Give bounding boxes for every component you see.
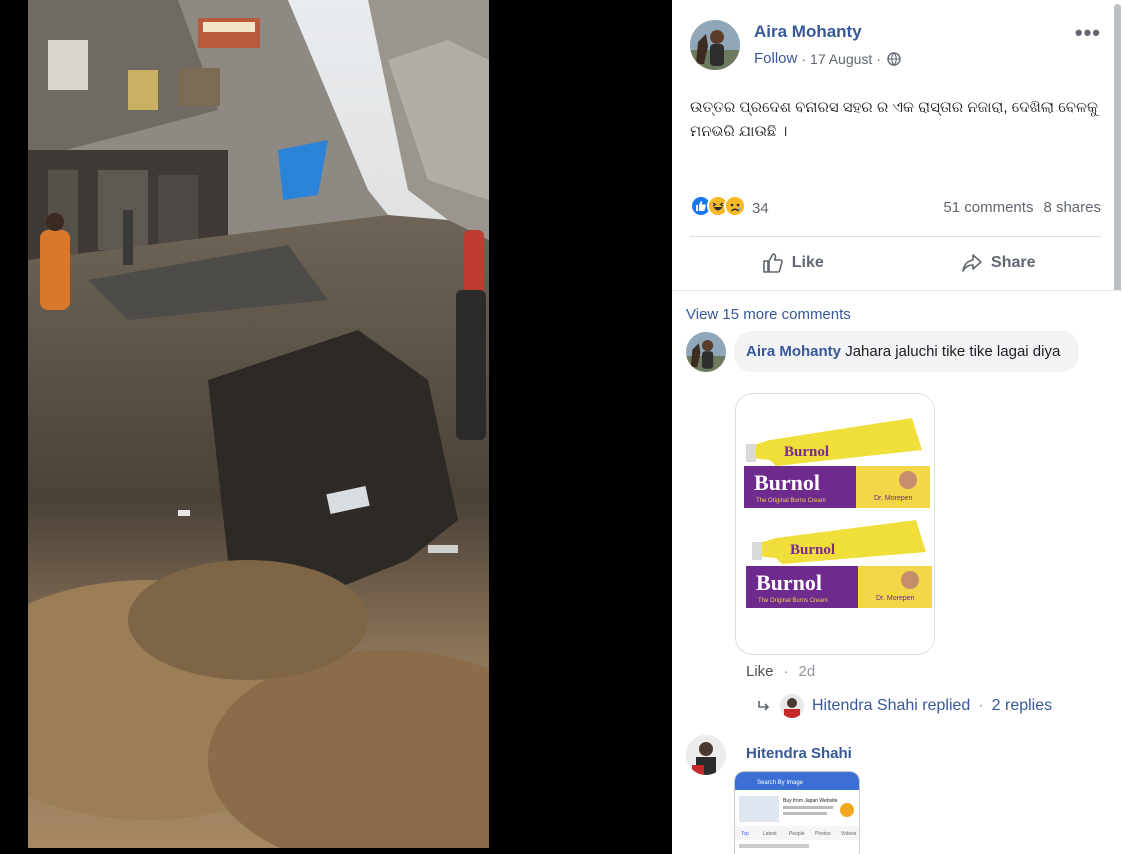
comment-author[interactable]: Aira Mohanty bbox=[746, 343, 841, 360]
thumb-headline: Buy from Japan Website bbox=[783, 798, 838, 804]
comment-like-link[interactable]: Like bbox=[746, 663, 774, 680]
share-button[interactable]: Share bbox=[896, 244, 1102, 282]
post-text: ଉତ୍ତର ପ୍ରଦେଶ ବନାରସ ସହର ର ଏକ ରାସ୍ତାର ନଜାର… bbox=[690, 99, 1098, 140]
thumb-tab: Photos bbox=[815, 831, 831, 837]
thumbs-up-icon bbox=[762, 253, 783, 273]
comment-screenshot-attachment[interactable]: Search By Image Buy from Japan Website T… bbox=[734, 771, 860, 854]
comment-text: Jahara jaluchi tike tike lagai diya bbox=[845, 343, 1061, 360]
comments-section: View 15 more comments Aira Mohanty Jahar… bbox=[672, 290, 1123, 854]
share-label: Share bbox=[991, 254, 1036, 271]
divider bbox=[690, 236, 1101, 237]
like-label: Like bbox=[791, 254, 824, 271]
replier-avatar bbox=[780, 694, 804, 718]
thumb-tab: Top bbox=[741, 831, 749, 837]
commenter-avatar[interactable] bbox=[686, 735, 726, 775]
post-panel: Aira Mohanty Follow · 17 August · ••• ଉତ… bbox=[672, 0, 1123, 854]
box-brand-text: Burnol bbox=[756, 570, 822, 595]
reply-arrow-icon bbox=[758, 701, 769, 711]
share-icon bbox=[962, 254, 982, 272]
street-photo[interactable] bbox=[28, 0, 489, 848]
replies-count: 2 replies bbox=[991, 697, 1053, 714]
thumb-bar-title: Search By Image bbox=[757, 780, 804, 786]
post-date[interactable]: 17 August bbox=[810, 51, 872, 67]
author-avatar[interactable] bbox=[690, 20, 740, 70]
thumb-tab: Videos bbox=[841, 831, 857, 837]
box-maker: Dr. Morepen bbox=[874, 495, 913, 502]
thumb-tab: People bbox=[789, 831, 805, 837]
comment-bubble: Aira Mohanty Jahara jaluchi tike tike la… bbox=[734, 331, 1079, 372]
comment-separator: · bbox=[783, 663, 789, 680]
more-options-icon[interactable]: ••• bbox=[1075, 20, 1101, 46]
post-actions: Like Share bbox=[690, 244, 1101, 282]
globe-icon bbox=[887, 51, 901, 66]
view-more-comments-link[interactable]: View 15 more comments bbox=[686, 306, 851, 323]
shares-count[interactable]: 8 shares bbox=[1043, 199, 1101, 216]
tube-brand-text: Burnol bbox=[790, 542, 835, 558]
post-meta: Follow · 17 August · bbox=[754, 50, 901, 67]
like-button[interactable]: Like bbox=[690, 244, 896, 282]
author-name[interactable]: Aira Mohanty bbox=[754, 22, 862, 42]
reaction-count: 34 bbox=[752, 199, 769, 217]
reactions-summary[interactable]: 34 bbox=[690, 195, 769, 217]
tube-brand-text: Burnol bbox=[784, 444, 829, 460]
box-brand-text: Burnol bbox=[754, 470, 820, 495]
sad-reaction-icon bbox=[724, 195, 746, 217]
replies-author: Hitendra Shahi replied bbox=[812, 697, 971, 714]
box-tagline: The Original Burns Cream bbox=[756, 498, 826, 504]
thumb-tab: Latest bbox=[763, 831, 777, 837]
commenter-avatar[interactable] bbox=[686, 332, 726, 372]
box-maker: Dr. Morepen bbox=[876, 595, 915, 602]
meta-separator: · bbox=[801, 50, 807, 67]
comment-image-attachment[interactable]: Burnol Burnol The Original Burns Cream D… bbox=[735, 393, 935, 655]
comment-age[interactable]: 2d bbox=[799, 663, 816, 680]
meta-separator: · bbox=[876, 50, 881, 67]
box-tagline: The Original Burns Cream bbox=[758, 598, 828, 604]
replies-link[interactable]: Hitendra Shahi replied · 2 replies bbox=[756, 694, 1052, 718]
replies-separator: · bbox=[978, 697, 984, 714]
engagement-counts: 51 comments 8 shares bbox=[943, 199, 1101, 216]
photo-viewer bbox=[0, 0, 672, 854]
comments-count[interactable]: 51 comments bbox=[943, 199, 1033, 216]
comment-actions: Like · 2d bbox=[746, 663, 815, 680]
comment-author[interactable]: Hitendra Shahi bbox=[746, 745, 852, 762]
follow-link[interactable]: Follow bbox=[754, 50, 797, 67]
